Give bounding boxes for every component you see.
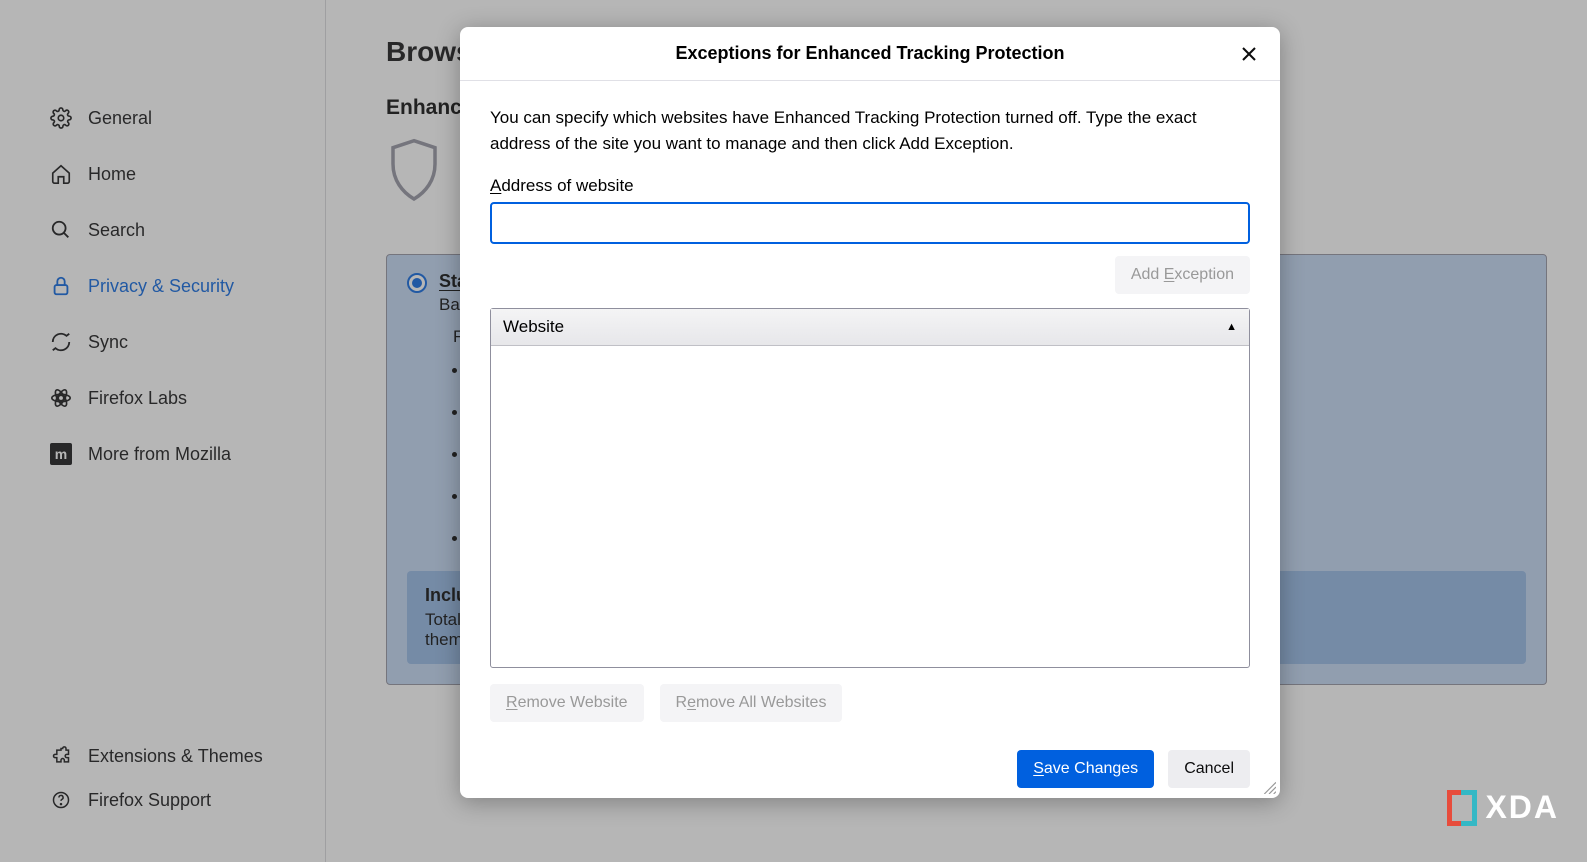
puzzle-icon: [50, 745, 72, 767]
sidebar-item-privacy[interactable]: Privacy & Security: [0, 258, 325, 314]
sidebar-item-mozilla[interactable]: m More from Mozilla: [0, 426, 325, 482]
sort-arrow-icon: ▲: [1226, 321, 1237, 333]
sidebar-item-general[interactable]: General: [0, 90, 325, 146]
labs-icon: [50, 387, 72, 409]
resize-grip[interactable]: [1262, 780, 1276, 794]
sidebar-bottom: Extensions & Themes Firefox Support: [0, 734, 325, 822]
sidebar-label: Firefox Labs: [88, 388, 187, 409]
home-icon: [50, 163, 72, 185]
sidebar-label: Extensions & Themes: [88, 746, 263, 767]
sidebar-item-extensions[interactable]: Extensions & Themes: [0, 734, 325, 778]
remove-website-button[interactable]: Remove Website: [490, 684, 644, 722]
sync-icon: [50, 331, 72, 353]
search-icon: [50, 219, 72, 241]
sidebar-label: More from Mozilla: [88, 444, 231, 465]
dialog-description: You can specify which websites have Enha…: [490, 105, 1250, 158]
list-column-header[interactable]: Website ▲: [491, 309, 1249, 346]
lock-icon: [50, 275, 72, 297]
dialog-title: Exceptions for Enhanced Tracking Protect…: [460, 27, 1280, 81]
sidebar-label: Home: [88, 164, 136, 185]
radio-standard[interactable]: [407, 273, 427, 293]
address-input[interactable]: [490, 202, 1250, 244]
sidebar-item-labs[interactable]: Firefox Labs: [0, 370, 325, 426]
xda-watermark: XDA: [1447, 789, 1559, 826]
sidebar-label: Sync: [88, 332, 128, 353]
cancel-button[interactable]: Cancel: [1168, 750, 1250, 788]
sidebar: General Home Search Privacy & Security S…: [0, 0, 326, 862]
help-icon: [50, 789, 72, 811]
gear-icon: [50, 107, 72, 129]
close-button[interactable]: [1236, 41, 1262, 67]
sidebar-item-home[interactable]: Home: [0, 146, 325, 202]
sidebar-item-support[interactable]: Firefox Support: [0, 778, 325, 822]
sidebar-label: Firefox Support: [88, 790, 211, 811]
sidebar-label: General: [88, 108, 152, 129]
list-body: [491, 346, 1249, 667]
exceptions-dialog: Exceptions for Enhanced Tracking Protect…: [460, 27, 1280, 798]
sidebar-label: Search: [88, 220, 145, 241]
shield-icon: [386, 134, 442, 208]
address-label: Address of website: [490, 176, 1250, 196]
sidebar-item-sync[interactable]: Sync: [0, 314, 325, 370]
mozilla-icon: m: [50, 443, 72, 465]
sidebar-label: Privacy & Security: [88, 276, 234, 297]
add-exception-button[interactable]: Add Exception: [1115, 256, 1250, 294]
website-list[interactable]: Website ▲: [490, 308, 1250, 668]
remove-all-websites-button[interactable]: Remove All Websites: [660, 684, 843, 722]
save-changes-button[interactable]: Save Changes: [1017, 750, 1154, 788]
sidebar-item-search[interactable]: Search: [0, 202, 325, 258]
